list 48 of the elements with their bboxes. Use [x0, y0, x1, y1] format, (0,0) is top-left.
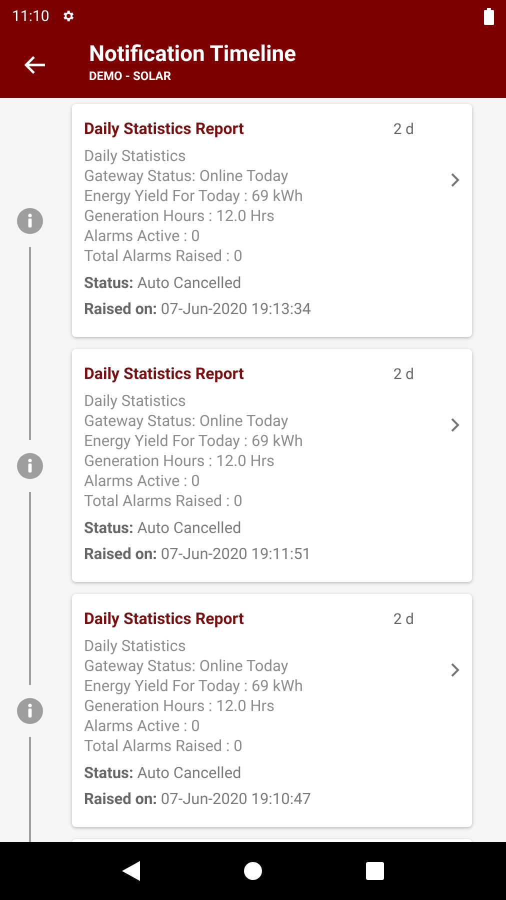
battery-icon	[484, 8, 494, 24]
detail-line: Alarms Active : 0	[84, 716, 201, 736]
notification-card[interactable]	[72, 104, 472, 337]
info-icon	[17, 208, 43, 234]
status-line: Status: Auto Cancelled	[84, 273, 242, 294]
age-label: 2 d	[393, 119, 414, 140]
detail-line: Alarms Active : 0	[84, 471, 201, 491]
status-time: 11:10	[12, 6, 50, 27]
status-line: Status: Auto Cancelled	[84, 518, 242, 539]
triangle-back-icon	[122, 861, 140, 881]
raised-on-line: Raised on: 07-Jun-2020 19:13:34	[84, 299, 312, 320]
detail-line: Total Alarms Raised : 0	[84, 246, 244, 266]
chevron-right-icon	[450, 172, 460, 188]
screen-title: Notification Timeline	[89, 41, 296, 69]
notification-title: Daily Statistics Report	[84, 118, 244, 140]
circle-home-icon	[244, 862, 262, 880]
detail-line: Daily Statistics	[84, 391, 187, 411]
notification-title: Daily Statistics Report	[84, 363, 244, 385]
chevron-right-icon	[450, 417, 460, 433]
detail-line: Energy Yield For Today : 69 kWh	[84, 676, 304, 696]
raised-on-line: Raised on: 07-Jun-2020 19:10:47	[84, 789, 312, 810]
gear-icon	[61, 9, 76, 23]
detail-line: Total Alarms Raised : 0	[84, 491, 244, 511]
screen-subtitle: DEMO - SOLAR	[89, 69, 172, 83]
age-label: 2 d	[393, 364, 414, 385]
info-icon	[17, 452, 43, 478]
detail-line: Daily Statistics	[84, 636, 187, 656]
detail-line: Alarms Active : 0	[84, 226, 201, 246]
status-line: Status: Auto Cancelled	[84, 763, 242, 784]
info-icon	[17, 698, 43, 724]
raised-on-line: Raised on: 07-Jun-2020 19:11:51	[84, 544, 312, 565]
chevron-right-icon	[450, 662, 460, 678]
detail-line: Energy Yield For Today : 69 kWh	[84, 431, 304, 451]
detail-line: Gateway Status: Online Today	[84, 656, 290, 676]
detail-line: Total Alarms Raised : 0	[84, 736, 244, 756]
detail-line: Generation Hours : 12.0 Hrs	[84, 451, 276, 471]
detail-line: Gateway Status: Online Today	[84, 166, 290, 186]
notification-card[interactable]	[72, 594, 472, 827]
detail-line: Generation Hours : 12.0 Hrs	[84, 696, 276, 716]
detail-line: Energy Yield For Today : 69 kWh	[84, 186, 304, 206]
back-arrow-icon	[24, 55, 46, 75]
detail-line: Gateway Status: Online Today	[84, 411, 290, 431]
detail-line: Daily Statistics	[84, 146, 187, 166]
notification-card[interactable]	[72, 349, 472, 582]
notification-title: Daily Statistics Report	[84, 608, 244, 630]
square-recents-icon	[366, 862, 384, 880]
age-label: 2 d	[393, 609, 414, 630]
detail-line: Generation Hours : 12.0 Hrs	[84, 206, 276, 226]
